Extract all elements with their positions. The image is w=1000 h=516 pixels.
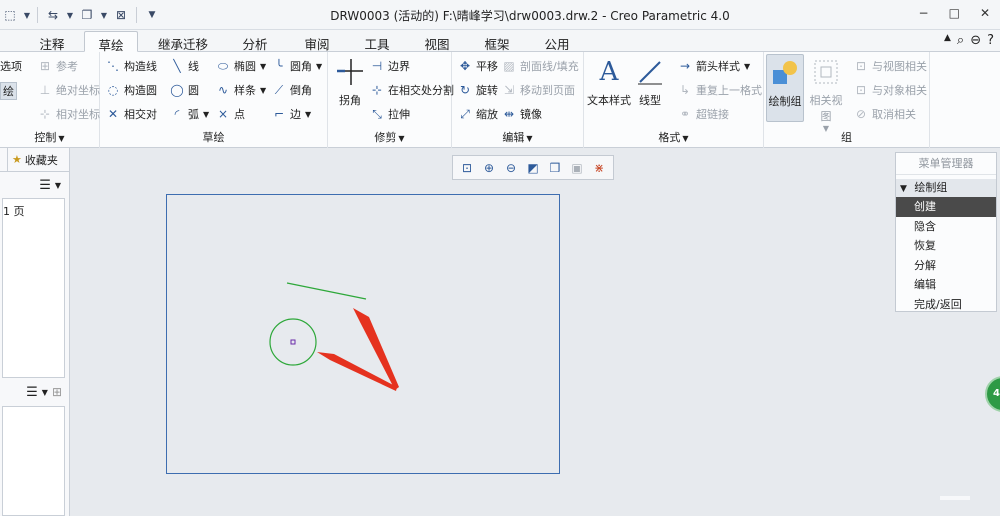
menu-item-done-return[interactable]: 完成/返回 xyxy=(896,295,996,315)
circle-center-marker xyxy=(290,339,296,345)
menu-manager: 菜单管理器 ▼ 绘制组 创建 隐含 恢复 分解 编辑 完成/返回 xyxy=(895,152,997,312)
menu-item-create[interactable]: 创建 xyxy=(896,197,996,217)
menu-item-explode[interactable]: 分解 xyxy=(896,256,996,276)
sketched-line[interactable] xyxy=(286,282,367,300)
drawing-geometry xyxy=(269,282,399,391)
menu-item-edit[interactable]: 编辑 xyxy=(896,275,996,295)
menu-section-header[interactable]: ▼ 绘制组 xyxy=(896,179,996,197)
sketched-circle[interactable] xyxy=(269,318,317,366)
menu-manager-title: 菜单管理器 xyxy=(896,153,996,175)
resize-grip-icon xyxy=(940,496,970,500)
menu-item-resume[interactable]: 恢复 xyxy=(896,236,996,256)
triangle-down-icon: ▼ xyxy=(900,184,907,194)
menu-item-suppress[interactable]: 隐含 xyxy=(896,217,996,237)
